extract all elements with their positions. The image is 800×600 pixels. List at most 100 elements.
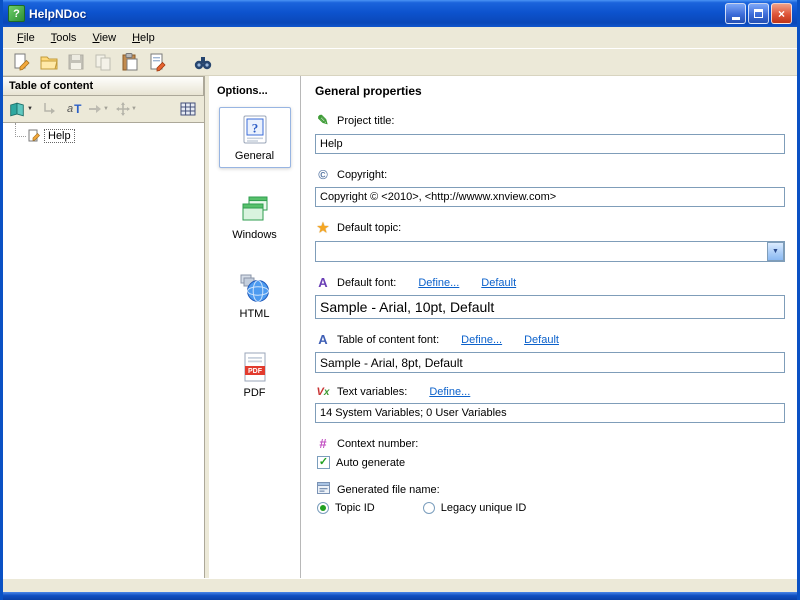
star-icon: ★ bbox=[315, 220, 331, 236]
option-general[interactable]: ? General bbox=[219, 107, 291, 168]
edit-page-icon[interactable] bbox=[146, 51, 168, 73]
general-properties-panel: General properties ✎ Project title: © Co… bbox=[301, 76, 797, 578]
chevron-down-icon: ▼ bbox=[772, 248, 779, 255]
svg-text:PDF: PDF bbox=[248, 368, 263, 375]
edit-project-icon[interactable] bbox=[11, 51, 33, 73]
option-pdf[interactable]: PDF PDF bbox=[219, 344, 291, 405]
radio-topic-id-label: Topic ID bbox=[335, 502, 375, 514]
context-number-field: # Context number: ✓ Auto generate bbox=[315, 436, 785, 469]
text-variables-icon: Vx bbox=[315, 386, 331, 398]
font-letter-icon: A bbox=[315, 275, 331, 290]
combo-dropdown-button[interactable]: ▼ bbox=[767, 242, 784, 261]
app-icon: ? bbox=[8, 5, 25, 22]
toc-header: Table of content bbox=[3, 76, 204, 96]
generated-file-name-field: Generated file name: Topic ID Legacy uni… bbox=[315, 482, 785, 514]
copyright-icon: © bbox=[315, 167, 331, 182]
option-html-label: HTML bbox=[240, 308, 270, 320]
option-html[interactable]: HTML bbox=[219, 265, 291, 326]
open-project-icon[interactable] bbox=[38, 51, 60, 73]
file-name-form-icon bbox=[315, 482, 331, 497]
menu-help[interactable]: Help bbox=[124, 30, 163, 46]
hash-icon: # bbox=[315, 436, 331, 451]
option-pdf-label: PDF bbox=[244, 387, 266, 399]
checkbox-box[interactable]: ✓ bbox=[317, 456, 330, 469]
find-icon[interactable] bbox=[192, 51, 214, 73]
toc-font-define-link[interactable]: Define... bbox=[461, 334, 502, 346]
rename-topic-icon[interactable]: aT bbox=[67, 102, 81, 116]
minimize-icon bbox=[732, 17, 740, 20]
radio-legacy-unique-id-label: Legacy unique ID bbox=[441, 502, 527, 514]
option-general-label: General bbox=[235, 150, 274, 162]
minimize-button[interactable] bbox=[725, 3, 746, 24]
text-variables-label: Text variables: bbox=[337, 386, 407, 398]
save-project-icon bbox=[65, 51, 87, 73]
default-topic-label: Default topic: bbox=[337, 222, 401, 234]
text-variables-field: Vx Text variables: Define... bbox=[315, 386, 785, 423]
table-of-content-panel: Table of content ▼ aT ▼ ▼ bbox=[3, 76, 205, 578]
windows-icon bbox=[239, 193, 271, 225]
title-bar[interactable]: ? HelpNDoc × bbox=[3, 0, 797, 27]
check-icon: ✓ bbox=[319, 457, 328, 468]
auto-generate-checkbox[interactable]: ✓ Auto generate bbox=[317, 456, 405, 469]
menu-file[interactable]: File bbox=[9, 30, 43, 46]
option-windows[interactable]: Windows bbox=[219, 186, 291, 247]
auto-generate-label: Auto generate bbox=[336, 457, 405, 469]
radio-button-icon[interactable] bbox=[423, 502, 435, 514]
grid-view-icon[interactable] bbox=[177, 98, 199, 120]
project-title-input[interactable] bbox=[315, 134, 785, 154]
general-properties-header: General properties bbox=[315, 84, 785, 98]
menu-tools[interactable]: Tools bbox=[43, 30, 85, 46]
tree-item-label[interactable]: Help bbox=[44, 129, 75, 143]
default-topic-select[interactable]: ▼ bbox=[315, 241, 785, 262]
main-toolbar bbox=[3, 48, 797, 76]
generated-file-name-label: Generated file name: bbox=[337, 484, 440, 496]
default-topic-value bbox=[316, 242, 767, 261]
option-windows-label: Windows bbox=[232, 229, 277, 241]
svg-text:?: ? bbox=[251, 121, 258, 136]
add-topic-icon[interactable]: ▼ bbox=[8, 101, 33, 118]
topic-page-icon bbox=[27, 129, 41, 143]
font-letter-icon: A bbox=[315, 332, 331, 347]
project-title-label: Project title: bbox=[337, 115, 394, 127]
default-topic-field: ★ Default topic: ▼ bbox=[315, 220, 785, 262]
menu-view[interactable]: View bbox=[84, 30, 124, 46]
toc-font-sample-input[interactable] bbox=[315, 352, 785, 373]
html-globe-icon bbox=[239, 272, 271, 304]
radio-topic-id[interactable]: Topic ID bbox=[317, 502, 375, 514]
radio-button-icon[interactable] bbox=[317, 502, 329, 514]
maximize-icon bbox=[754, 9, 763, 18]
radio-legacy-unique-id[interactable]: Legacy unique ID bbox=[423, 502, 527, 514]
toc-font-default-link[interactable]: Default bbox=[524, 334, 559, 346]
toc-font-field: A Table of content font: Define... Defau… bbox=[315, 332, 785, 373]
toc-tree: Help bbox=[3, 122, 204, 578]
pdf-icon: PDF bbox=[239, 351, 271, 383]
add-child-topic-icon bbox=[39, 98, 61, 120]
text-variables-input[interactable] bbox=[315, 403, 785, 423]
arrange-topic-caret-icon: ▼ bbox=[131, 106, 137, 112]
copyright-input[interactable] bbox=[315, 187, 785, 207]
tree-item-help[interactable]: Help bbox=[3, 129, 204, 143]
copyright-field: © Copyright: bbox=[315, 167, 785, 207]
default-font-field: A Default font: Define... Default bbox=[315, 275, 785, 319]
general-help-icon: ? bbox=[239, 114, 271, 146]
close-button[interactable]: × bbox=[771, 3, 792, 24]
menu-bar: File Tools View Help bbox=[3, 27, 797, 48]
close-icon: × bbox=[778, 8, 785, 20]
toc-font-label: Table of content font: bbox=[337, 334, 439, 346]
status-bar bbox=[3, 578, 797, 592]
paste-icon[interactable] bbox=[119, 51, 141, 73]
text-variables-define-link[interactable]: Define... bbox=[429, 386, 470, 398]
arrange-topic-icon: ▼ bbox=[115, 98, 137, 120]
window-bottom-border bbox=[3, 592, 797, 600]
window-title: HelpNDoc bbox=[29, 7, 86, 21]
default-font-define-link[interactable]: Define... bbox=[418, 277, 459, 289]
maximize-button[interactable] bbox=[748, 3, 769, 24]
add-topic-caret-icon[interactable]: ▼ bbox=[27, 106, 33, 112]
options-header: Options... bbox=[209, 76, 300, 107]
default-font-default-link[interactable]: Default bbox=[481, 277, 516, 289]
default-font-sample-input[interactable] bbox=[315, 295, 785, 319]
options-panel: Options... ? General Windows bbox=[209, 76, 301, 578]
move-topic-icon: ▼ bbox=[87, 98, 109, 120]
default-font-label: Default font: bbox=[337, 277, 396, 289]
context-number-label: Context number: bbox=[337, 438, 418, 450]
